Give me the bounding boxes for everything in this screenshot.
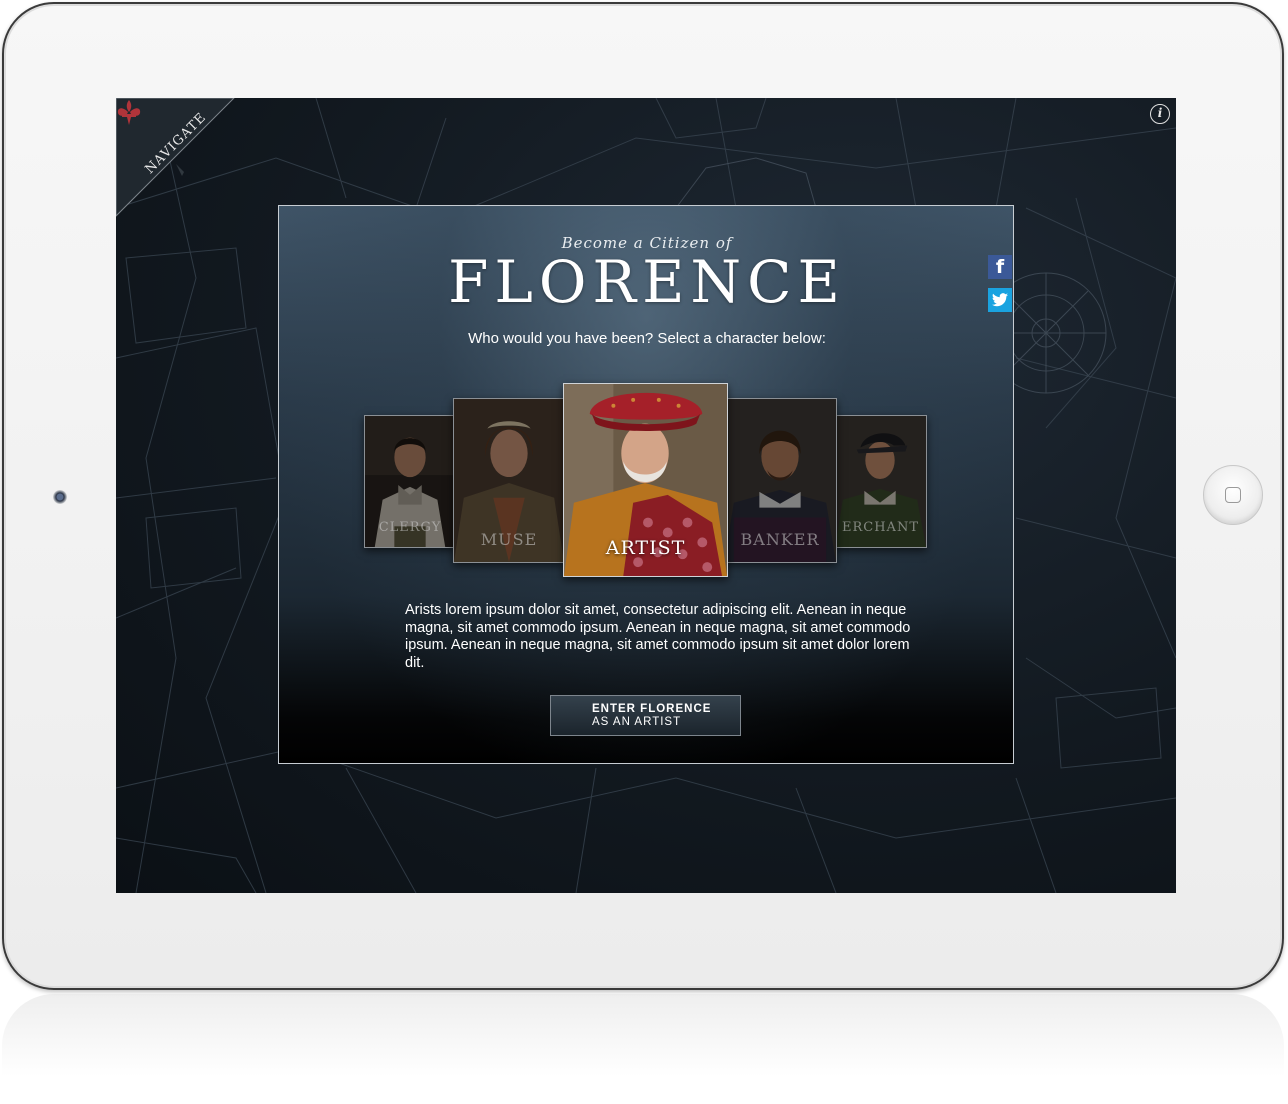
navigate-tab[interactable]: NAVIGATE: [116, 98, 236, 218]
character-label: MUSE: [480, 530, 538, 549]
enter-button-line2: AS AN ARTIST: [592, 716, 682, 728]
character-label: CLERGY: [378, 520, 442, 535]
info-button[interactable]: i: [1150, 104, 1170, 124]
character-description: Arists lorem ipsum dolor sit amet, conse…: [405, 602, 911, 671]
social-share: f: [988, 255, 1012, 321]
enter-button-line1: ENTER FLORENCE: [592, 703, 712, 715]
facebook-share-button[interactable]: f: [988, 255, 1012, 279]
front-camera: [53, 490, 67, 504]
character-label: ERCHANT: [842, 520, 919, 535]
character-label: ARTIST: [605, 537, 686, 559]
facebook-icon: f: [995, 256, 1005, 278]
device-reflection: [2, 994, 1284, 1104]
select-prompt: Who would you have been? Select a charac…: [468, 330, 826, 347]
twitter-share-button[interactable]: [988, 288, 1012, 312]
character-label: BANKER: [740, 530, 820, 549]
modal-title: FLORENCE: [448, 248, 846, 316]
character-card-muse[interactable]: MUSE: [453, 398, 565, 563]
app-screen: NAVIGATE i Become a Citizen of FLORENCE …: [116, 98, 1176, 893]
character-card-merchant[interactable]: ERCHANT: [834, 415, 927, 548]
character-select-modal: Become a Citizen of FLORENCE Who would y…: [278, 205, 1014, 764]
character-card-clergy[interactable]: CLERGY: [364, 415, 456, 548]
home-button[interactable]: [1203, 465, 1263, 525]
home-square-icon: [1225, 487, 1241, 503]
fleur-de-lis-icon: [117, 100, 141, 125]
character-card-artist[interactable]: ARTIST: [563, 383, 728, 577]
enter-florence-button[interactable]: ENTER FLORENCE AS AN ARTIST: [550, 695, 741, 736]
twitter-bird-icon: [992, 293, 1008, 307]
character-card-banker[interactable]: BANKER: [723, 398, 837, 563]
